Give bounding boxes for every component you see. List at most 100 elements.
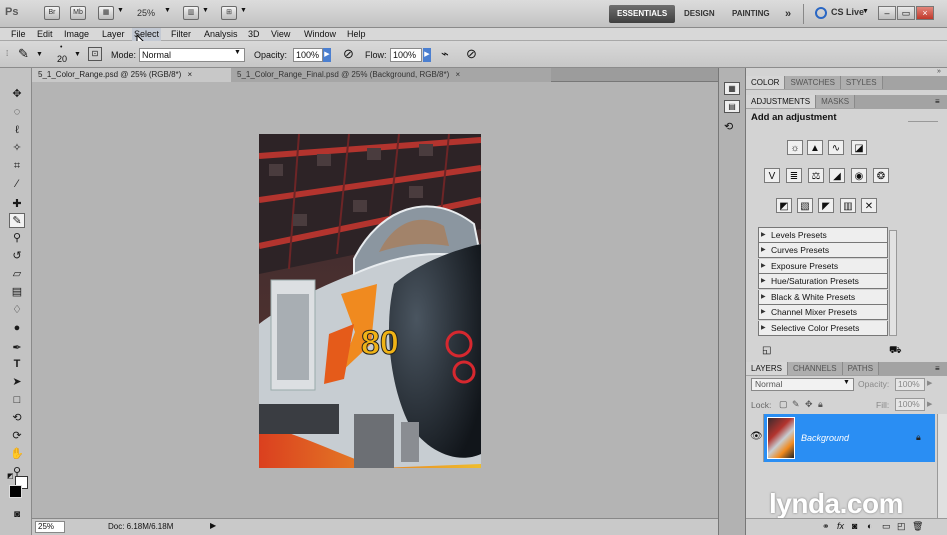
channel-mixer-icon[interactable]: ❂ bbox=[873, 168, 889, 183]
arrange-documents-icon[interactable]: ▥ bbox=[183, 6, 199, 20]
tab-layers[interactable]: LAYERS bbox=[746, 362, 788, 375]
delete-layer-icon[interactable]: 🗑︎ bbox=[912, 521, 923, 532]
quick-mask-icon[interactable]: ◙ bbox=[9, 507, 25, 522]
new-adjustment-layer-icon[interactable]: ◐ bbox=[867, 521, 872, 531]
launch-bridge-icon[interactable]: Br bbox=[44, 6, 60, 20]
path-selection-tool-icon[interactable]: ➤ bbox=[9, 375, 25, 390]
exposure-icon[interactable]: ◪ bbox=[851, 140, 867, 155]
minimize-icon[interactable]: – bbox=[878, 6, 896, 20]
posterize-icon[interactable]: ▧ bbox=[797, 198, 813, 213]
3d-orbit-tool-icon[interactable]: ⟳ bbox=[9, 429, 25, 444]
tab-color-range[interactable]: 5_1_Color_Range.psd @ 25% (RGB/8*) × bbox=[32, 68, 231, 82]
clone-stamp-tool-icon[interactable]: ⚲ bbox=[9, 231, 25, 246]
brush-panel-toggle-icon[interactable]: ⊡ bbox=[88, 47, 102, 61]
chevron-down-icon[interactable]: ▼ bbox=[240, 7, 247, 14]
lock-transparent-icon[interactable]: ▢ bbox=[779, 399, 788, 410]
layer-style-icon[interactable]: fx bbox=[837, 521, 844, 531]
lock-pixels-icon[interactable]: ✎ bbox=[792, 399, 800, 410]
menu-edit[interactable]: Edit bbox=[37, 28, 53, 41]
tab-adjustments[interactable]: ADJUSTMENTS bbox=[746, 95, 817, 108]
type-tool-icon[interactable]: T bbox=[9, 357, 25, 372]
document-image-jet[interactable]: 80 bbox=[259, 134, 481, 468]
chevron-down-icon[interactable]: ▼ bbox=[164, 7, 171, 14]
gradient-tool-icon[interactable]: ▤ bbox=[9, 285, 25, 300]
menu-image[interactable]: Image bbox=[64, 28, 89, 41]
marquee-tool-icon[interactable]: ◌ bbox=[9, 105, 25, 120]
status-menu-icon[interactable]: ▶ bbox=[210, 521, 216, 530]
clip-to-layer-icon[interactable]: ⛟ bbox=[889, 345, 902, 358]
menu-analysis[interactable]: Analysis bbox=[204, 28, 238, 41]
workspace-essentials-button[interactable]: ESSENTIALS bbox=[609, 5, 676, 23]
chevron-down-icon[interactable]: ▼ bbox=[74, 51, 81, 58]
new-group-icon[interactable]: ▭ bbox=[882, 521, 891, 532]
default-colors-icon[interactable]: ◩ bbox=[7, 472, 14, 480]
chevron-down-icon[interactable]: ▼ bbox=[117, 7, 124, 14]
preset-levels[interactable]: Levels Presets bbox=[758, 228, 888, 243]
menu-window[interactable]: Window bbox=[304, 28, 336, 41]
workspace-design-button[interactable]: DESIGN bbox=[676, 5, 723, 23]
tab-masks[interactable]: MASKS bbox=[816, 95, 856, 108]
hue-saturation-icon[interactable]: ≣ bbox=[786, 168, 802, 183]
brush-tool-preset-icon[interactable]: ✎ bbox=[18, 46, 29, 62]
pen-tool-icon[interactable]: ✒ bbox=[9, 341, 25, 356]
cs-live-button[interactable]: CS Live bbox=[831, 7, 864, 17]
lasso-tool-icon[interactable]: ℓ bbox=[9, 123, 25, 138]
pressure-opacity-icon[interactable]: ⊘ bbox=[343, 46, 354, 62]
preset-channel-mixer[interactable]: Channel Mixer Presets bbox=[758, 305, 888, 320]
color-balance-icon[interactable]: ⚖ bbox=[808, 168, 824, 183]
chevron-down-icon[interactable]: ▼ bbox=[202, 7, 209, 14]
preset-hue-saturation[interactable]: Hue/Saturation Presets bbox=[758, 274, 888, 289]
preset-black-white[interactable]: Black & White Presets bbox=[758, 290, 888, 305]
tab-paths[interactable]: PATHS bbox=[842, 362, 880, 375]
eyedropper-tool-icon[interactable]: ⁄ bbox=[9, 177, 25, 192]
blur-tool-icon[interactable]: ♢ bbox=[9, 303, 25, 318]
3d-rotate-tool-icon[interactable]: ⟲ bbox=[9, 411, 25, 426]
tab-color-range-final[interactable]: 5_1_Color_Range_Final.psd @ 25% (Backgro… bbox=[231, 68, 551, 82]
invert-icon[interactable]: ◩ bbox=[776, 198, 792, 213]
menu-file[interactable]: File bbox=[11, 28, 26, 41]
blend-mode-select[interactable]: Normal bbox=[751, 378, 854, 391]
panel-menu-icon[interactable]: ≡ bbox=[935, 364, 940, 373]
view-extras-icon[interactable]: ▦ bbox=[98, 6, 114, 20]
tab-close-icon[interactable]: × bbox=[455, 70, 460, 79]
more-workspaces-button[interactable]: » bbox=[777, 5, 799, 23]
threshold-icon[interactable]: ◤ bbox=[818, 198, 834, 213]
collapse-arrows-icon[interactable]: » bbox=[937, 68, 941, 75]
photo-filter-icon[interactable]: ◉ bbox=[851, 168, 867, 183]
menu-3d[interactable]: 3D bbox=[248, 28, 260, 41]
preset-curves[interactable]: Curves Presets bbox=[758, 243, 888, 258]
flow-input[interactable]: 100% bbox=[390, 48, 422, 62]
tab-close-icon[interactable]: × bbox=[188, 70, 193, 79]
hand-tool-icon[interactable]: ✋ bbox=[9, 447, 25, 462]
opacity-slider-button[interactable]: ▶ bbox=[323, 48, 331, 62]
preset-selective-color[interactable]: Selective Color Presets bbox=[758, 321, 888, 336]
tab-channels[interactable]: CHANNELS bbox=[787, 362, 843, 375]
tab-color[interactable]: COLOR bbox=[746, 76, 786, 89]
gradient-map-icon[interactable]: ▥ bbox=[840, 198, 856, 213]
selective-color-icon[interactable]: ✕ bbox=[861, 198, 877, 213]
tool-presets-icon[interactable]: ⟲ bbox=[724, 120, 733, 133]
history-brush-tool-icon[interactable]: ↺ bbox=[9, 249, 25, 264]
chevron-down-icon[interactable]: ▼ bbox=[862, 8, 869, 15]
add-mask-icon[interactable]: ◙ bbox=[852, 521, 857, 531]
new-layer-icon[interactable]: ◰ bbox=[897, 521, 906, 532]
menu-filter[interactable]: Filter bbox=[171, 28, 191, 41]
cs-live-icon[interactable] bbox=[815, 7, 827, 19]
chevron-down-icon[interactable]: ▼ bbox=[234, 49, 241, 56]
opacity-input[interactable]: 100% bbox=[293, 48, 323, 62]
layers-scrollbar[interactable] bbox=[937, 414, 947, 518]
levels-icon[interactable]: ▲ bbox=[807, 140, 823, 155]
menu-help[interactable]: Help bbox=[347, 28, 366, 41]
quick-selection-tool-icon[interactable]: ✧ bbox=[9, 141, 25, 156]
workspace-painting-button[interactable]: PAINTING bbox=[724, 5, 778, 23]
mode-select[interactable]: Normal bbox=[139, 48, 245, 62]
layer-opacity-input[interactable]: 100% bbox=[895, 378, 925, 391]
airbrush-icon[interactable]: ⌁ bbox=[441, 46, 449, 62]
tab-styles[interactable]: STYLES bbox=[840, 76, 883, 89]
crop-tool-icon[interactable]: ⌗ bbox=[9, 159, 25, 174]
histogram-icon[interactable]: ▦ bbox=[724, 82, 740, 95]
black-white-icon[interactable]: ◢ bbox=[829, 168, 845, 183]
brush-tool-icon[interactable]: ✎ bbox=[9, 213, 25, 228]
vibrance-icon[interactable]: V bbox=[764, 168, 780, 183]
chevron-down-icon[interactable]: ▼ bbox=[843, 379, 850, 386]
